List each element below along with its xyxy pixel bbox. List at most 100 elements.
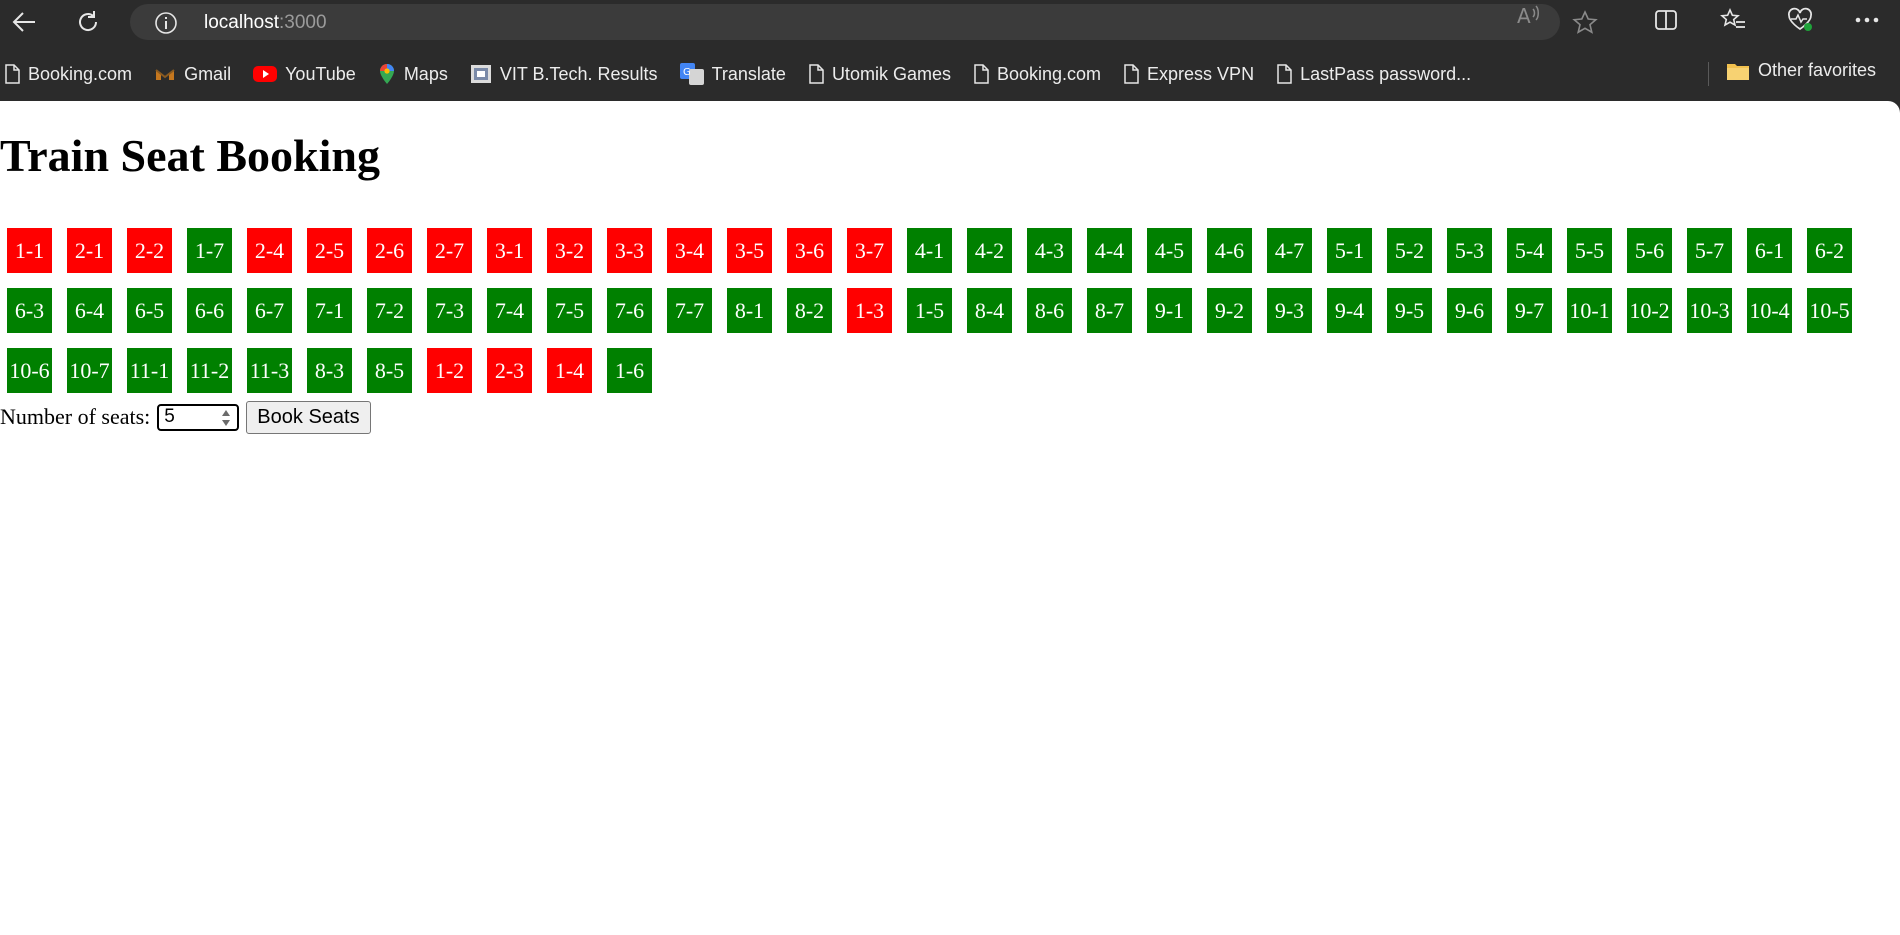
seat-6-7[interactable]: 6-7 — [247, 288, 292, 333]
seat-1-7[interactable]: 1-7 — [187, 228, 232, 273]
seat-2-4[interactable]: 2-4 — [247, 228, 292, 273]
favorite-star-icon[interactable] — [1572, 10, 1598, 36]
seat-2-6[interactable]: 2-6 — [367, 228, 412, 273]
url-text[interactable]: localhost:3000 — [204, 12, 327, 34]
seat-1-5[interactable]: 1-5 — [907, 288, 952, 333]
favorites-button[interactable] — [1699, 0, 1766, 40]
seat-9-3[interactable]: 9-3 — [1267, 288, 1312, 333]
split-screen-button[interactable] — [1632, 0, 1699, 40]
seat-8-3[interactable]: 8-3 — [307, 348, 352, 393]
seat-1-6[interactable]: 1-6 — [607, 348, 652, 393]
address-bar[interactable]: localhost:3000 A — [130, 3, 1598, 40]
seat-10-1[interactable]: 10-1 — [1567, 288, 1612, 333]
favorites-divider — [1708, 62, 1709, 86]
seat-2-2[interactable]: 2-2 — [127, 228, 172, 273]
book-seats-button[interactable]: Book Seats — [246, 400, 371, 434]
stepper-arrows-icon[interactable] — [221, 408, 231, 428]
seat-2-1[interactable]: 2-1 — [67, 228, 112, 273]
browser-essentials-button[interactable] — [1766, 0, 1833, 40]
bookmark-express-vpn[interactable]: Express VPN — [1123, 64, 1266, 85]
seat-9-7[interactable]: 9-7 — [1507, 288, 1552, 333]
seat-11-3[interactable]: 11-3 — [247, 348, 292, 393]
bookmark-booking[interactable]: Booking.com — [4, 64, 144, 85]
seat-6-4[interactable]: 6-4 — [67, 288, 112, 333]
seat-8-1[interactable]: 8-1 — [727, 288, 772, 333]
seat-10-7[interactable]: 10-7 — [67, 348, 112, 393]
seat-3-4[interactable]: 3-4 — [667, 228, 712, 273]
seat-5-6[interactable]: 5-6 — [1627, 228, 1672, 273]
bookmark-booking-2[interactable]: Booking.com — [973, 64, 1113, 85]
seat-5-7[interactable]: 5-7 — [1687, 228, 1732, 273]
seat-1-1[interactable]: 1-1 — [7, 228, 52, 273]
seat-7-1[interactable]: 7-1 — [307, 288, 352, 333]
seat-9-5[interactable]: 9-5 — [1387, 288, 1432, 333]
seat-8-5[interactable]: 8-5 — [367, 348, 412, 393]
site-info-icon[interactable] — [154, 11, 178, 35]
seat-7-5[interactable]: 7-5 — [547, 288, 592, 333]
seat-3-2[interactable]: 3-2 — [547, 228, 592, 273]
seat-11-1[interactable]: 11-1 — [127, 348, 172, 393]
seat-10-3[interactable]: 10-3 — [1687, 288, 1732, 333]
bookmark-maps[interactable]: Maps — [378, 63, 460, 85]
seat-4-5[interactable]: 4-5 — [1147, 228, 1192, 273]
bookmark-lastpass[interactable]: LastPass password... — [1276, 64, 1483, 85]
refresh-button[interactable] — [66, 2, 110, 42]
read-aloud-icon[interactable]: A — [1516, 3, 1542, 27]
seat-9-4[interactable]: 9-4 — [1327, 288, 1372, 333]
seat-6-2[interactable]: 6-2 — [1807, 228, 1852, 273]
other-favorites-folder[interactable]: Other favorites — [1726, 60, 1888, 81]
seat-10-4[interactable]: 10-4 — [1747, 288, 1792, 333]
seat-5-1[interactable]: 5-1 — [1327, 228, 1372, 273]
seat-1-4[interactable]: 1-4 — [547, 348, 592, 393]
seats-count-value: 5 — [164, 406, 175, 427]
bookmark-utomik[interactable]: Utomik Games — [808, 64, 963, 85]
seat-4-6[interactable]: 4-6 — [1207, 228, 1252, 273]
seat-4-7[interactable]: 4-7 — [1267, 228, 1312, 273]
seat-10-6[interactable]: 10-6 — [7, 348, 52, 393]
seat-9-1[interactable]: 9-1 — [1147, 288, 1192, 333]
seat-9-6[interactable]: 9-6 — [1447, 288, 1492, 333]
seat-3-1[interactable]: 3-1 — [487, 228, 532, 273]
seat-8-2[interactable]: 8-2 — [787, 288, 832, 333]
settings-more-button[interactable] — [1833, 0, 1900, 40]
seat-7-2[interactable]: 7-2 — [367, 288, 412, 333]
seat-9-2[interactable]: 9-2 — [1207, 288, 1252, 333]
seat-6-1[interactable]: 6-1 — [1747, 228, 1792, 273]
bookmark-translate[interactable]: G Translate — [679, 63, 798, 85]
bookmark-vit[interactable]: VIT B.Tech. Results — [470, 64, 670, 85]
seat-6-3[interactable]: 6-3 — [7, 288, 52, 333]
seat-3-3[interactable]: 3-3 — [607, 228, 652, 273]
seat-6-6[interactable]: 6-6 — [187, 288, 232, 333]
seat-3-5[interactable]: 3-5 — [727, 228, 772, 273]
seat-2-7[interactable]: 2-7 — [427, 228, 472, 273]
seat-3-7[interactable]: 3-7 — [847, 228, 892, 273]
seat-7-3[interactable]: 7-3 — [427, 288, 472, 333]
seats-count-input[interactable]: 5 — [157, 403, 240, 431]
seat-1-2[interactable]: 1-2 — [427, 348, 472, 393]
seat-2-3[interactable]: 2-3 — [487, 348, 532, 393]
seat-8-6[interactable]: 8-6 — [1027, 288, 1072, 333]
seat-5-3[interactable]: 5-3 — [1447, 228, 1492, 273]
seat-4-1[interactable]: 4-1 — [907, 228, 952, 273]
seat-8-7[interactable]: 8-7 — [1087, 288, 1132, 333]
seat-11-2[interactable]: 11-2 — [187, 348, 232, 393]
seat-2-5[interactable]: 2-5 — [307, 228, 352, 273]
seat-4-2[interactable]: 4-2 — [967, 228, 1012, 273]
seat-10-2[interactable]: 10-2 — [1627, 288, 1672, 333]
seat-4-4[interactable]: 4-4 — [1087, 228, 1132, 273]
seat-8-4[interactable]: 8-4 — [967, 288, 1012, 333]
seat-1-3[interactable]: 1-3 — [847, 288, 892, 333]
seat-7-4[interactable]: 7-4 — [487, 288, 532, 333]
seat-5-4[interactable]: 5-4 — [1507, 228, 1552, 273]
bookmark-youtube[interactable]: YouTube — [253, 64, 368, 85]
seat-5-2[interactable]: 5-2 — [1387, 228, 1432, 273]
seat-4-3[interactable]: 4-3 — [1027, 228, 1072, 273]
seat-7-7[interactable]: 7-7 — [667, 288, 712, 333]
seat-5-5[interactable]: 5-5 — [1567, 228, 1612, 273]
seat-3-6[interactable]: 3-6 — [787, 228, 832, 273]
bookmark-gmail[interactable]: Gmail — [154, 64, 243, 85]
seat-7-6[interactable]: 7-6 — [607, 288, 652, 333]
seat-10-5[interactable]: 10-5 — [1807, 288, 1852, 333]
seat-6-5[interactable]: 6-5 — [127, 288, 172, 333]
back-button[interactable] — [2, 2, 46, 42]
